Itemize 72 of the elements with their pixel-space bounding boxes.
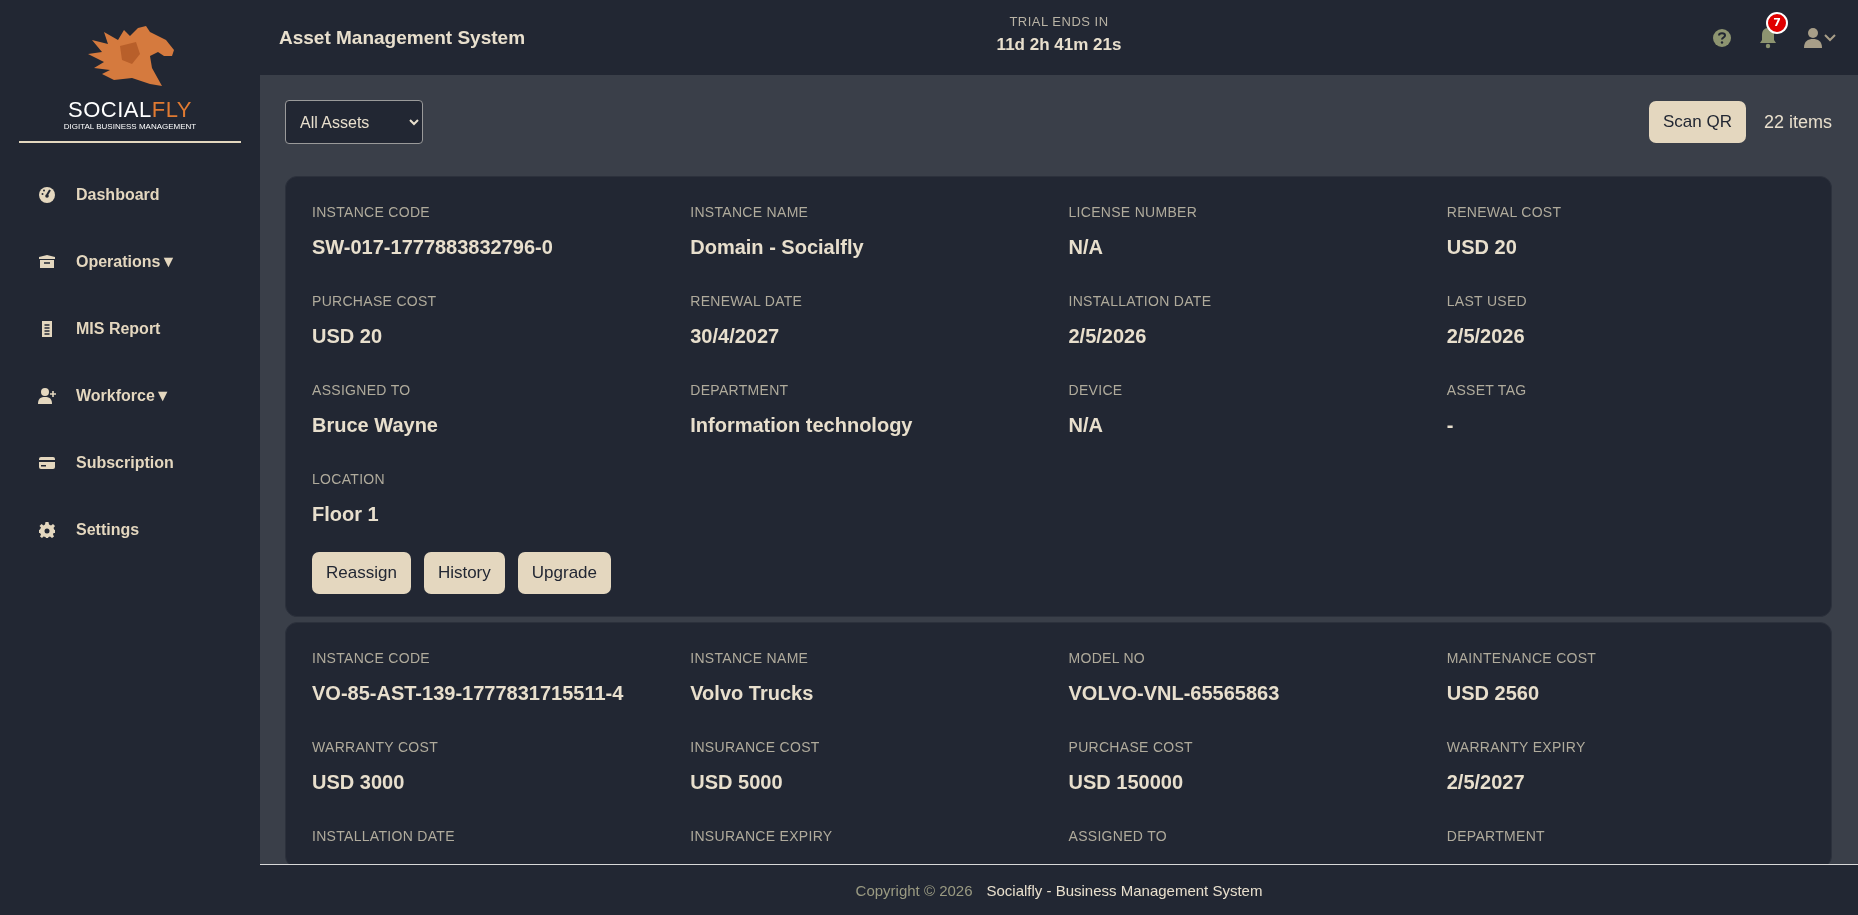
sidebar-nav-item[interactable]: Operations▼ [0, 228, 260, 295]
add-user-icon [38, 386, 56, 405]
field-value: USD 5000 [690, 770, 784, 794]
logo-tagline: DIGITAL BUSINESS MANAGEMENT [63, 123, 197, 131]
field-value: Volvo Trucks [690, 681, 815, 705]
field-value: USD 20 [1446, 235, 1518, 259]
field-label: INSTANCE CODE [312, 649, 431, 667]
field-label: PURCHASE COST [312, 292, 438, 310]
field-label: INSURANCE COST [690, 738, 821, 756]
logo-wordmark: SOCIALFLY [68, 98, 192, 122]
scan-qr-button[interactable]: Scan QR [1649, 101, 1746, 143]
copyright-text: Copyright © 2026 [855, 881, 973, 899]
trial-countdown: 11d 2h 41m 21s [996, 35, 1122, 55]
field-label: MODEL NO [1068, 649, 1147, 667]
field-value: USD 20 [312, 324, 384, 348]
field-label: INSTALLATION DATE [312, 827, 456, 845]
field-label: LICENSE NUMBER [1068, 203, 1199, 221]
field-label: LOCATION [312, 470, 386, 488]
product-name: Socialfly - Business Management System [986, 881, 1263, 899]
field-label: INSTANCE NAME [690, 649, 810, 667]
field-label: DEPARTMENT [690, 381, 790, 399]
box-icon [38, 252, 56, 271]
card-action-button[interactable]: History [423, 552, 505, 594]
field-label: MAINTENANCE COST [1446, 649, 1598, 667]
field-label: ASSIGNED TO [312, 381, 412, 399]
field-value: 2/5/2026 [1068, 324, 1148, 348]
card-action-button[interactable]: Reassign [312, 552, 411, 594]
field-label: ASSET TAG [1446, 381, 1528, 399]
field-label: INSTANCE NAME [690, 203, 810, 221]
settings-icon [38, 520, 56, 539]
field-value: USD 150000 [1068, 770, 1185, 794]
field-value: N/A [1068, 413, 1104, 437]
field-value: VOLVO-VNL-65565863 [1068, 681, 1281, 705]
help-icon[interactable] [1712, 27, 1732, 48]
field-label: INSTANCE CODE [312, 203, 431, 221]
field-label: INSTALLATION DATE [1068, 292, 1213, 310]
field-label: WARRANTY EXPIRY [1446, 738, 1587, 756]
sidebar-nav-item[interactable]: Subscription [0, 429, 260, 496]
field-value: SW-017-1777883832796-0 [312, 235, 554, 259]
sidebar-nav-item[interactable]: Dashboard [0, 161, 260, 228]
asset-filter-dropdown[interactable]: All Assets [285, 100, 423, 144]
field-label: DEPARTMENT [1446, 827, 1546, 845]
field-value: 30/4/2027 [690, 324, 781, 348]
field-label: RENEWAL COST [1446, 203, 1563, 221]
field-value: VO-85-AST-139-1777831715511-4 [312, 681, 625, 705]
user-menu-icon[interactable] [1804, 26, 1838, 49]
field-value: USD 2560 [1446, 681, 1541, 705]
app-title: Asset Management System [279, 26, 526, 49]
field-value: Floor 1 [312, 502, 380, 526]
item-count: 22 items [1763, 111, 1832, 133]
field-label: INSURANCE EXPIRY [690, 827, 834, 845]
sidebar-nav-item[interactable]: Settings [0, 496, 260, 563]
field-value: N/A [1068, 235, 1104, 259]
field-value: 2/5/2027 [1446, 770, 1526, 794]
field-label: DEVICE [1068, 381, 1124, 399]
field-label: ASSIGNED TO [1068, 827, 1168, 845]
gauge-icon [38, 185, 56, 204]
card-action-button[interactable]: Upgrade [517, 552, 611, 594]
trial-label: TRIAL ENDS IN [1008, 14, 1110, 29]
sidebar-nav-item[interactable]: MIS Report [0, 295, 260, 362]
notification-count-badge: 7 [1766, 11, 1788, 34]
field-label: RENEWAL DATE [690, 292, 804, 310]
field-value: - [1446, 413, 1455, 437]
field-value: Information technology [690, 413, 914, 437]
sidebar-nav-item[interactable]: Workforce▼ [0, 362, 260, 429]
field-label: LAST USED [1446, 292, 1528, 310]
field-value: Bruce Wayne [312, 413, 439, 437]
field-value: USD 3000 [312, 770, 406, 794]
field-value: Domain - Socialfly [690, 235, 865, 259]
field-value: 2/5/2026 [1446, 324, 1526, 348]
field-label: WARRANTY COST [312, 738, 440, 756]
field-label: PURCHASE COST [1068, 738, 1194, 756]
